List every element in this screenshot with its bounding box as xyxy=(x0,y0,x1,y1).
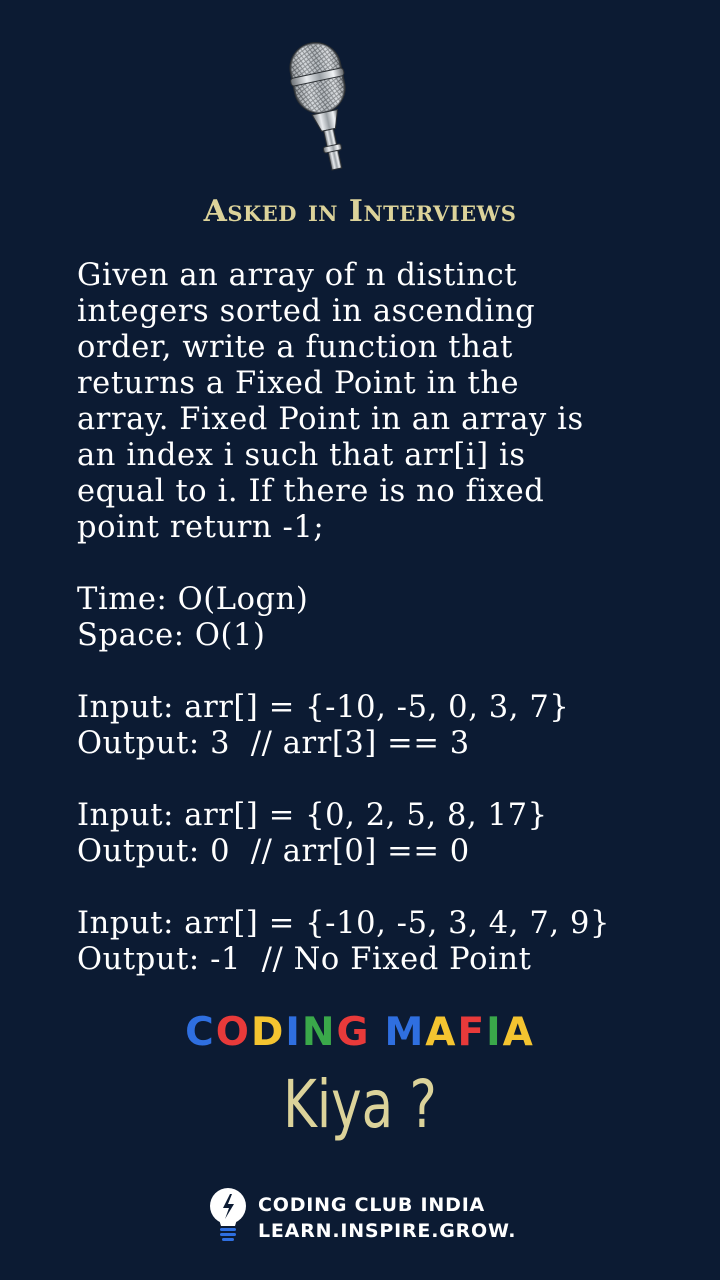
page-title: Asked in Interviews xyxy=(203,194,517,229)
problem-statement: Given an array of n distinct integers so… xyxy=(77,258,687,978)
time-complexity: Time: O(Logn) xyxy=(77,582,309,617)
brand-letter: G xyxy=(336,1010,371,1055)
brand-letter: M xyxy=(384,1010,426,1055)
lightbulb-icon xyxy=(206,1186,250,1246)
brand-letter: F xyxy=(457,1010,487,1055)
problem-line: Given an array of n distinct xyxy=(77,258,518,293)
problem-line: equal to i. If there is no fixed xyxy=(77,474,545,509)
org-name: CODING CLUB INDIA xyxy=(258,1194,486,1216)
footer-text: CODING CLUB INDIA LEARN.INSPIRE.GROW. xyxy=(258,1192,516,1244)
problem-line: returns a Fixed Point in the xyxy=(77,366,520,401)
example-input: Input: arr[] = {-10, -5, 3, 4, 7, 9} xyxy=(77,906,610,941)
brand-space xyxy=(370,1010,384,1055)
example-input: Input: arr[] = {-10, -5, 0, 3, 7} xyxy=(77,690,570,725)
example-output: Output: -1 // No Fixed Point xyxy=(77,942,532,977)
tagline: Kiya ? xyxy=(283,1066,437,1143)
example-output: Output: 3 // arr[3] == 3 xyxy=(77,726,470,761)
problem-line: an index i such that arr[i] is xyxy=(77,438,526,473)
brand-letter: D xyxy=(250,1010,286,1055)
footer-logo: CODING CLUB INDIA LEARN.INSPIRE.GROW. xyxy=(206,1186,526,1246)
problem-line: array. Fixed Point in an array is xyxy=(77,402,584,437)
example-output: Output: 0 // arr[0] == 0 xyxy=(77,834,470,869)
space-complexity: Space: O(1) xyxy=(77,618,266,653)
brand-letter: O xyxy=(215,1010,251,1055)
coding-mafia-logo: CODING MAFIA xyxy=(0,1010,720,1055)
microphone-icon xyxy=(282,34,366,174)
brand-letter: A xyxy=(502,1010,535,1055)
problem-line: order, write a function that xyxy=(77,330,513,365)
brand-letter: I xyxy=(285,1010,302,1055)
problem-line: integers sorted in ascending xyxy=(77,294,536,329)
brand-letter: C xyxy=(185,1010,216,1055)
brand-letter: N xyxy=(301,1010,337,1055)
brand-letter: I xyxy=(486,1010,503,1055)
brand-letter: A xyxy=(425,1010,458,1055)
org-motto: LEARN.INSPIRE.GROW. xyxy=(258,1220,517,1242)
problem-line: point return -1; xyxy=(77,510,325,545)
example-input: Input: arr[] = {0, 2, 5, 8, 17} xyxy=(77,798,548,833)
